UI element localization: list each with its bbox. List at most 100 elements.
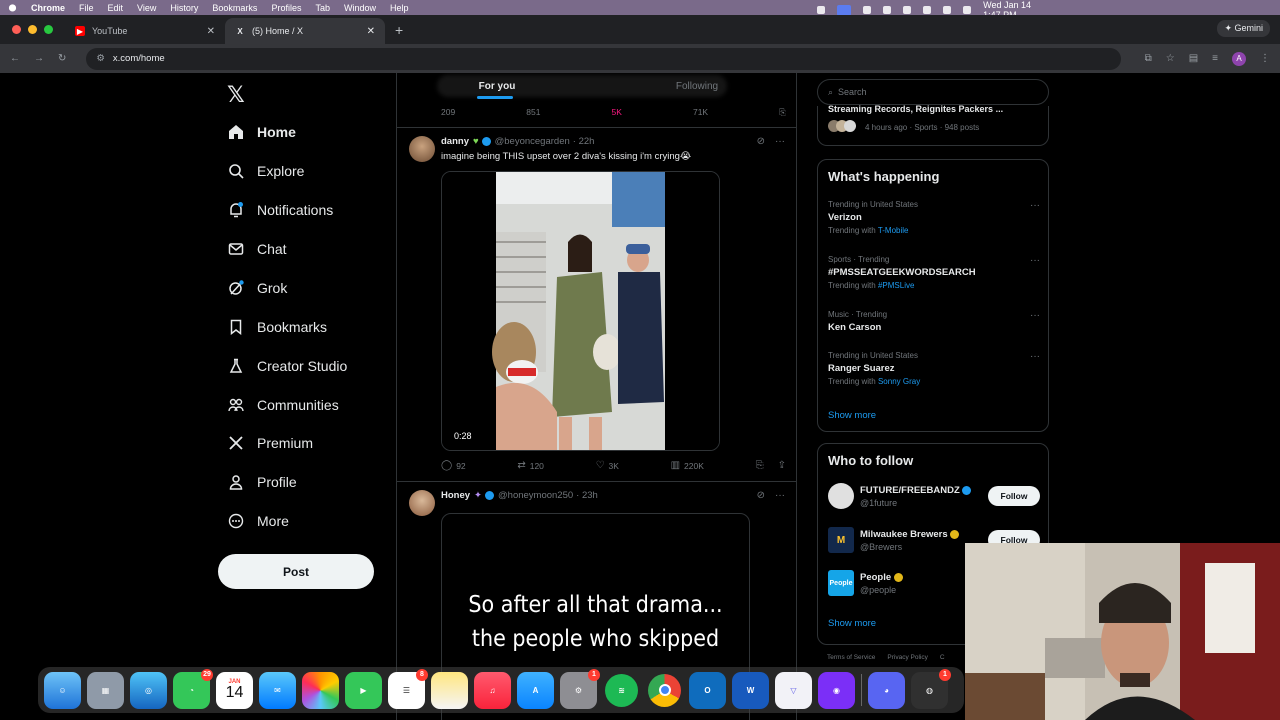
status-icon[interactable] [817,6,825,14]
sidebar-icon[interactable]: ▤ [1189,53,1198,64]
back-icon[interactable]: ← [10,53,20,64]
launchpad-icon[interactable]: ▦ [87,671,124,709]
menu-view[interactable]: View [137,3,156,13]
podcast-icon[interactable]: ◉ [818,671,855,709]
menu-help[interactable]: Help [390,3,409,13]
repost-button[interactable]: ⇄ 120 [517,460,544,471]
top-story-card[interactable]: Streaming Records, Reignites Packers ...… [817,104,1049,146]
obs-icon[interactable]: ◍ 1 [911,668,951,709]
bookmark-icon[interactable]: ⎘ [756,460,764,471]
calendar-icon[interactable]: JAN 14 [216,671,253,709]
post-button[interactable]: Post [218,554,374,589]
close-window-button[interactable] [12,25,21,34]
safari-icon[interactable]: ◎ [130,671,167,709]
chrome-icon[interactable] [648,673,681,707]
follow-button[interactable]: Follow [988,486,1040,506]
author-handle[interactable]: @beyoncegarden [495,136,570,147]
cookie-link[interactable]: C [940,654,945,661]
tab-youtube[interactable]: ▶ YouTube ✕ [65,18,225,44]
menu-bookmarks[interactable]: Bookmarks [212,3,257,13]
video-player[interactable]: 0:28 [441,171,720,451]
extensions-icon[interactable]: ≡ [1212,53,1218,64]
more-icon[interactable]: ··· [1030,351,1040,362]
close-tab-icon[interactable]: ✕ [207,26,215,37]
author-name[interactable]: Honey [441,490,470,501]
reload-icon[interactable]: ↻ [58,53,66,64]
nav-item-grok[interactable]: Grok [227,277,287,299]
finder-icon[interactable]: ☺ [44,671,81,709]
more-icon[interactable]: ··· [775,490,785,501]
spotlight-icon[interactable] [943,6,952,14]
profile-avatar[interactable]: A [1232,51,1246,66]
show-more-link[interactable]: Show more [828,410,876,421]
menu-edit[interactable]: Edit [108,3,124,13]
bookmark-icon[interactable]: ⎘ [779,107,786,118]
gemini-button[interactable]: ✦ Gemini [1217,20,1270,37]
more-icon[interactable]: ··· [1030,200,1040,211]
grok-icon[interactable]: ⊘ [757,490,765,501]
discord-icon[interactable]: ◕ [868,671,905,709]
nav-item-communities[interactable]: Communities [227,394,339,416]
minimize-window-button[interactable] [28,25,37,34]
terms-link[interactable]: Terms of Service [827,654,875,661]
author-handle[interactable]: @honeymoon250 [498,490,573,501]
trend-item[interactable]: Trending in United States Ranger Suarez … [828,351,1040,386]
music-icon[interactable]: ♫ [474,671,511,709]
reply-button[interactable]: ◯ 92 [441,460,466,471]
status-icon[interactable] [863,6,872,14]
trend-link[interactable]: #PMSLive [878,281,914,290]
account-name[interactable]: People [860,572,903,583]
trend-item[interactable]: Trending in United States Verizon Trendi… [828,200,1040,235]
nav-item-chat[interactable]: Chat [227,238,287,260]
messages-icon[interactable]: ◔ 29 [173,668,213,709]
menu-profiles[interactable]: Profiles [271,3,301,13]
reminders-icon[interactable]: ☰ 8 [388,668,428,709]
tweet-time[interactable]: · 23h [576,490,598,501]
menu-tab[interactable]: Tab [315,3,330,13]
share-icon[interactable]: ⇪ [778,460,786,471]
nav-item-bookmarks[interactable]: Bookmarks [227,316,327,338]
grok-icon[interactable]: ⊘ [757,136,765,147]
play-icon[interactable] [883,6,892,14]
author-name[interactable]: danny [441,136,469,147]
more-icon[interactable]: ··· [1030,310,1040,321]
menu-chrome[interactable]: Chrome [31,3,65,13]
tab-x-home[interactable]: X (5) Home / X ✕ [225,18,385,44]
install-icon[interactable]: ⧉ [1145,53,1152,64]
reply-count[interactable]: 209 [441,107,455,118]
tab-for-you[interactable]: For you [397,73,597,99]
account-name[interactable]: Milwaukee Brewers [860,529,960,540]
follow-suggestion[interactable]: FUTURE/FREEBANDZ @1future Follow [828,483,1040,511]
word-icon[interactable]: W [732,671,769,709]
search-input[interactable]: ⌕ Search [817,79,1049,105]
url-text[interactable]: x.com/home [113,53,165,64]
avatar[interactable] [409,136,435,162]
tab-following[interactable]: Following [597,73,797,99]
nav-item-home[interactable]: Home [227,121,296,143]
app-store-icon[interactable]: A [517,671,554,709]
nav-item-notifications[interactable]: Notifications [227,199,333,221]
x-logo-icon[interactable]: 𝕏 [227,82,245,108]
photos-icon[interactable] [302,671,339,709]
repost-count[interactable]: 851 [526,107,540,118]
star-icon[interactable]: ☆ [1166,53,1175,64]
mail-icon[interactable]: ✉ [259,671,296,709]
close-tab-icon[interactable]: ✕ [367,26,375,37]
address-bar[interactable]: ⚙ x.com/home [86,47,1121,70]
views-button[interactable]: ▥ 220K [671,460,704,471]
menu-file[interactable]: File [79,3,94,13]
show-more-link[interactable]: Show more [828,618,876,629]
like-count[interactable]: 5K [612,107,622,118]
more-icon[interactable]: ··· [1030,255,1040,266]
outlook-icon[interactable]: O [689,671,726,709]
prisma-icon[interactable]: ▽ [775,671,812,709]
facetime-icon[interactable]: ▶ [345,671,382,709]
nav-item-explore[interactable]: Explore [227,160,304,182]
nav-item-more[interactable]: More [227,510,289,532]
like-button[interactable]: ♡ 3K [596,460,619,471]
more-icon[interactable]: ··· [775,136,785,147]
nav-item-premium[interactable]: Premium [227,432,313,454]
wifi-icon[interactable] [923,6,932,14]
menu-window[interactable]: Window [344,3,376,13]
avatar[interactable] [828,483,854,509]
